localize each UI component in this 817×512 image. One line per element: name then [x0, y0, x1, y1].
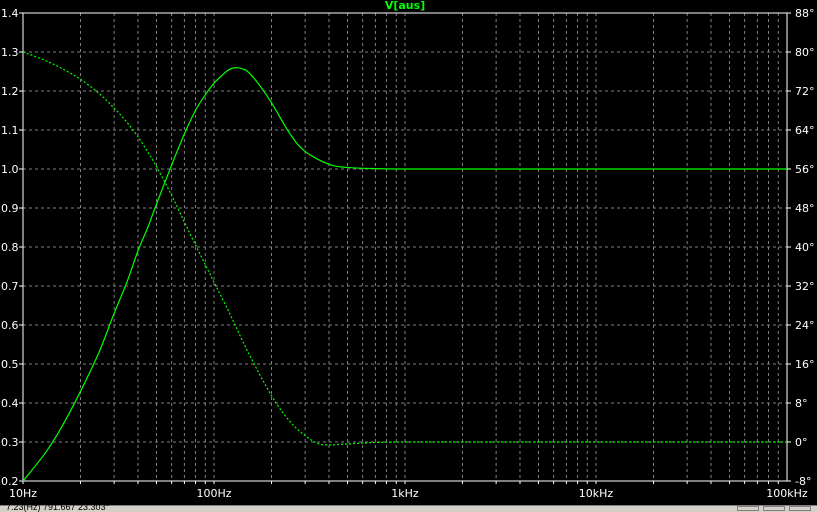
x-tick-label: 100kHz: [766, 487, 808, 500]
y2-tick-label: 72°: [795, 85, 815, 98]
y2-tick-label: 8°: [795, 397, 808, 410]
y-tick-label: 0.9: [1, 202, 19, 215]
y2-tick-label: 0°: [795, 436, 808, 449]
status-panel: [789, 506, 811, 511]
x-tick-label: 10Hz: [9, 487, 37, 500]
y2-tick-label: 64°: [795, 124, 815, 137]
y2-tick-label: 80°: [795, 46, 815, 59]
y-tick-label: 1.3: [1, 46, 19, 59]
y2-tick-label: 88°: [795, 7, 815, 20]
y2-tick-label: 24°: [795, 319, 815, 332]
y2-tick-label: 40°: [795, 241, 815, 254]
y-tick-label: 0.5: [1, 358, 19, 371]
y-tick-label: 1.0: [1, 163, 19, 176]
x-tick-label: 1kHz: [391, 487, 419, 500]
trace-title[interactable]: V[aus]: [385, 0, 425, 12]
y-tick-label: 1.1: [1, 124, 19, 137]
cursor-readout: 7.23(Hz) 791.667 23.303°: [6, 502, 110, 512]
bode-plot[interactable]: 0.20.30.40.50.60.70.80.91.01.11.21.31.4 …: [0, 0, 817, 506]
y-tick-label: 1.4: [1, 7, 19, 20]
x-tick-label: 10kHz: [579, 487, 614, 500]
y2-tick-label: 48°: [795, 202, 815, 215]
status-panel: [763, 506, 785, 511]
y2-tick-label: 16°: [795, 358, 815, 371]
x-tick-label: 100Hz: [196, 487, 231, 500]
status-panel: [737, 506, 759, 511]
plot-background: [0, 0, 817, 506]
y2-tick-label: 32°: [795, 280, 815, 293]
y-tick-label: 0.8: [1, 241, 19, 254]
y-tick-label: 0.4: [1, 397, 19, 410]
y-tick-label: 0.6: [1, 319, 19, 332]
y-tick-label: 1.2: [1, 85, 19, 98]
y2-tick-label: 56°: [795, 163, 815, 176]
y-tick-label: 0.7: [1, 280, 19, 293]
y-tick-label: 0.3: [1, 436, 19, 449]
status-bar: 7.23(Hz) 791.667 23.303°: [0, 502, 817, 512]
